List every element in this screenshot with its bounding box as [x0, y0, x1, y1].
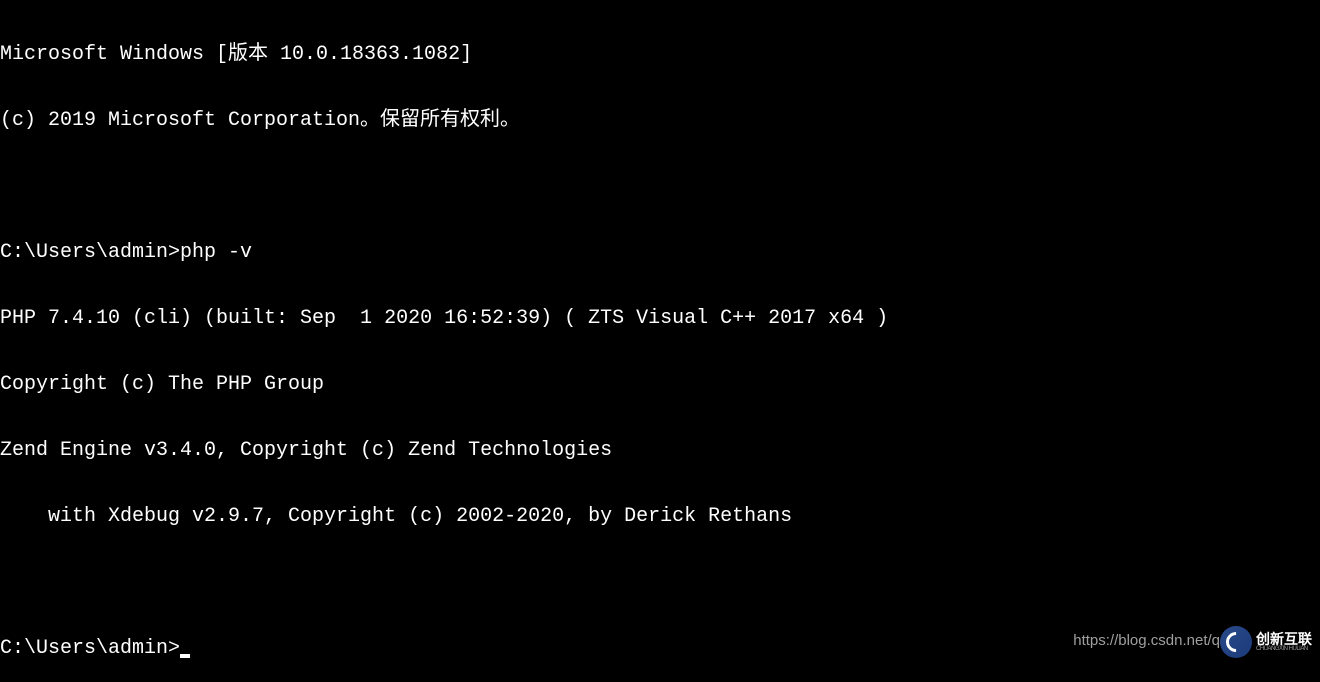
- cursor-icon: [180, 654, 190, 658]
- terminal-line: [0, 572, 1320, 594]
- terminal-line: Microsoft Windows [版本 10.0.18363.1082]: [0, 44, 1320, 66]
- terminal-line: C:\Users\admin>php -v: [0, 242, 1320, 264]
- terminal-line: Copyright (c) The PHP Group: [0, 374, 1320, 396]
- terminal-line: (c) 2019 Microsoft Corporation。保留所有权利。: [0, 110, 1320, 132]
- terminal-line: [0, 176, 1320, 198]
- watermark-logo: 创新互联 CHUANGXIN HULIAN: [1220, 624, 1320, 660]
- terminal-line: with Xdebug v2.9.7, Copyright (c) 2002-2…: [0, 506, 1320, 528]
- watermark-url: https://blog.csdn.net/q: [1073, 630, 1220, 652]
- logo-text-main: 创新互联: [1256, 632, 1312, 646]
- logo-text-sub: CHUANGXIN HULIAN: [1256, 646, 1312, 652]
- prompt-text: C:\Users\admin>: [0, 637, 180, 660]
- terminal-window[interactable]: Microsoft Windows [版本 10.0.18363.1082] (…: [0, 0, 1320, 682]
- logo-circle-icon: [1220, 626, 1252, 658]
- logo-text: 创新互联 CHUANGXIN HULIAN: [1256, 632, 1312, 652]
- terminal-line: PHP 7.4.10 (cli) (built: Sep 1 2020 16:5…: [0, 308, 1320, 330]
- terminal-line: Zend Engine v3.4.0, Copyright (c) Zend T…: [0, 440, 1320, 462]
